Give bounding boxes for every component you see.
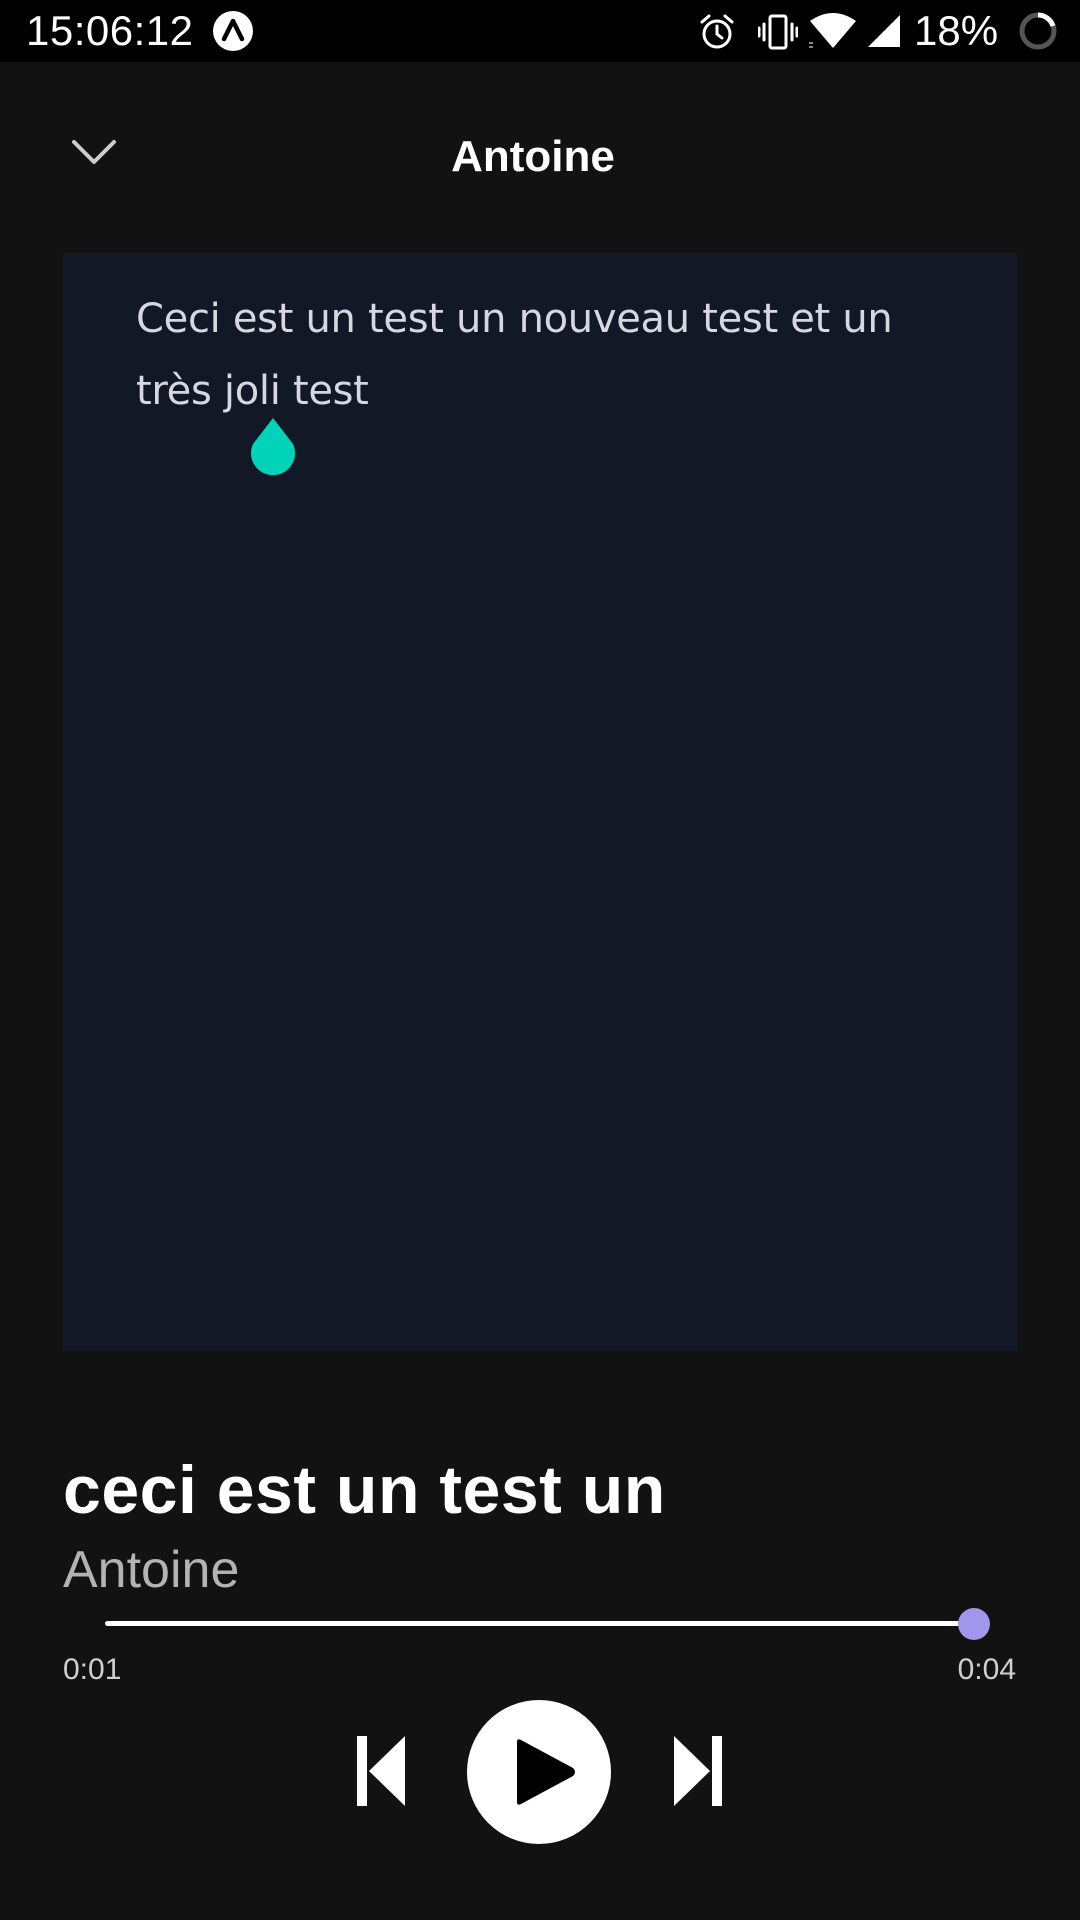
- next-button[interactable]: [672, 1734, 724, 1808]
- signal-icon: [868, 15, 900, 47]
- play-icon: [517, 1739, 575, 1805]
- player-header: Antoine: [0, 62, 1080, 192]
- status-indicators: 18%: [680, 0, 1080, 62]
- previous-button[interactable]: [355, 1734, 407, 1808]
- play-button[interactable]: [467, 1700, 611, 1844]
- skip-previous-icon: [357, 1736, 405, 1806]
- status-bar: 15:06:12 18%: [0, 0, 1080, 62]
- vibrate-icon: [758, 14, 798, 50]
- wifi-icon: [809, 13, 856, 48]
- lyrics-editor[interactable]: Ceci est un test un nouveau test et un t…: [63, 253, 1017, 1351]
- skip-next-icon: [674, 1736, 722, 1806]
- track-title: ceci est un test un: [63, 1452, 666, 1528]
- text-cursor-handle-icon[interactable]: [245, 416, 301, 480]
- battery-ring-icon: [1019, 12, 1057, 50]
- player-screen: 15:06:12 18% Antoine Ceci est un test un…: [0, 0, 1080, 1920]
- total-time: 0:04: [957, 1653, 1016, 1686]
- header-title: Antoine: [451, 132, 615, 181]
- status-time: 15:06:12: [26, 7, 194, 54]
- progress-thumb[interactable]: [958, 1608, 990, 1640]
- track-artist: Antoine: [63, 1541, 240, 1599]
- alarm-icon: [700, 14, 734, 49]
- elapsed-time: 0:01: [63, 1653, 122, 1686]
- app-icon: [213, 11, 253, 51]
- battery-percentage: 18%: [914, 7, 999, 54]
- lyrics-text[interactable]: Ceci est un test un nouveau test et un t…: [136, 283, 956, 427]
- progress-bar[interactable]: [105, 1621, 975, 1626]
